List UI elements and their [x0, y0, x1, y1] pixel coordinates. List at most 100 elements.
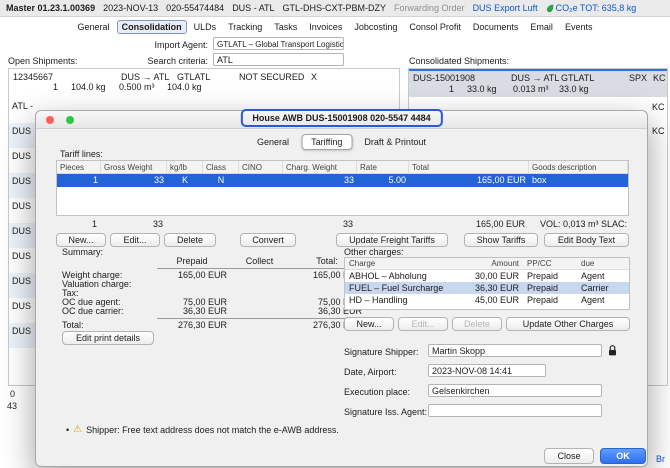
tab-invoices[interactable]: Invoices — [304, 20, 347, 34]
zoom-window-button[interactable] — [66, 116, 74, 124]
consol-route: DUS → ATL — [511, 73, 559, 83]
update-other-charges-button[interactable]: Update Other Charges — [506, 317, 630, 331]
tab-tracking[interactable]: Tracking — [223, 20, 267, 34]
close-window-button[interactable] — [46, 116, 54, 124]
master-route: DUS - ATL — [232, 3, 274, 13]
spacer — [202, 219, 238, 230]
close-button[interactable]: Close — [544, 448, 594, 464]
shipment-agent: GTLATL — [177, 72, 210, 82]
tab-consol-profit[interactable]: Consol Profit — [404, 20, 466, 34]
tariff-chargeable-weight: 33 — [283, 174, 357, 187]
tariff-table-header: Pieces Gross Weight kg/lb Class CINO Cha… — [57, 161, 628, 174]
tab-events[interactable]: Events — [560, 20, 598, 34]
search-criteria-field[interactable]: ATL — [213, 53, 344, 66]
other-charges-new-button[interactable]: New... — [344, 317, 394, 331]
column-header: kg/lb — [167, 161, 203, 173]
tariff-gross-weight: 33 — [101, 174, 167, 187]
totals-pieces: 1 — [56, 219, 100, 230]
other-charge-row[interactable]: ABHOL – Abholung 30,00 EUR Prepaid Agent — [345, 270, 629, 282]
import-agent-field[interactable]: GTLATL – Global Transport Logistic — [213, 37, 344, 50]
consol-weight: 33.0 kg — [467, 84, 497, 94]
list-item-label: DUS — [12, 201, 31, 211]
co2-leaf-icon — [546, 4, 554, 13]
list-item[interactable]: DUS — [9, 273, 35, 298]
list-item[interactable]: KC — [652, 102, 665, 112]
list-item[interactable]: DUS — [9, 198, 35, 223]
ok-button[interactable]: OK — [600, 448, 646, 464]
list-item-label: ATL - — [12, 101, 33, 111]
list-item-label: DUS — [12, 151, 31, 161]
charge-amount: 36,30 EUR — [463, 282, 523, 294]
tariff-edit-button[interactable]: Edit... — [110, 233, 160, 247]
list-item[interactable]: DUS — [9, 173, 35, 198]
list-item-label: DUS — [12, 326, 31, 336]
signature-iss-agent-field[interactable] — [428, 404, 602, 417]
charge-due: Carrier — [577, 282, 629, 294]
signature-shipper-field[interactable]: Martin Skopp — [428, 344, 602, 357]
charge-name: FUEL – Fuel Surcharge — [345, 282, 463, 294]
charge-ppcc: Prepaid — [523, 294, 577, 306]
list-item-label: DUS — [12, 126, 31, 136]
lock-icon[interactable] — [608, 345, 617, 356]
list-item[interactable]: DUS — [9, 323, 35, 348]
master-awb-number: 020-55474484 — [166, 3, 224, 13]
tariff-totals: 1 33 33 165,00 EUR VOL: 0,013 m³ SLAC: 1 — [56, 219, 629, 230]
summary-row-label: OC due carrier: — [62, 307, 154, 316]
tab-consolidation[interactable]: Consolidation — [117, 20, 187, 34]
edit-body-text-button[interactable]: Edit Body Text — [544, 233, 629, 247]
summary-row-label: Total: — [62, 321, 154, 330]
list-item[interactable]: DUS — [9, 148, 35, 173]
tab-general[interactable]: General — [73, 20, 115, 34]
forwarding-order-link[interactable]: DUS Export Luft — [473, 3, 538, 13]
column-header: Total — [409, 161, 529, 173]
list-item[interactable]: DUS — [9, 123, 35, 148]
consolidated-shipment-row[interactable]: DUS-15001908 DUS → ATL GTLATL SPX KC 1 3… — [409, 71, 667, 97]
consol-agent: GTLATL — [561, 73, 594, 83]
other-charge-row[interactable]: HD – Handling 45,00 EUR Prepaid Agent — [345, 294, 629, 306]
other-charges-edit-button[interactable]: Edit... — [398, 317, 448, 331]
date-airport-field[interactable]: 2023-NOV-08 14:41 — [428, 364, 546, 377]
list-item[interactable]: DUS — [9, 248, 35, 273]
update-freight-tariffs-button[interactable]: Update Freight Tariffs — [336, 233, 448, 247]
dialog-tab-tariffing[interactable]: Tariffing — [301, 134, 352, 150]
tab-ulds[interactable]: ULDs — [189, 20, 222, 34]
signature-iss-agent-label: Signature Iss. Agent: — [344, 407, 427, 417]
list-item-label: DUS — [12, 276, 31, 286]
totals-chargeable-weight: 33 — [282, 219, 356, 230]
list-item[interactable]: ATL - — [9, 98, 35, 123]
tariff-delete-button[interactable]: Delete — [164, 233, 216, 247]
consol-security-status: SPX — [629, 73, 647, 83]
column-header: Pieces — [57, 161, 101, 173]
dialog-title: House AWB DUS-15001908 020-5547 4484 — [252, 113, 430, 123]
tab-documents[interactable]: Documents — [468, 20, 524, 34]
bottom-right-link[interactable]: Br — [656, 454, 665, 464]
master-tabbar: General Consolidation ULDs Tracking Task… — [0, 19, 670, 35]
show-tariffs-button[interactable]: Show Tariffs — [464, 233, 538, 247]
consol-carrier: KC — [653, 73, 666, 83]
summary-prepaid: 165,00 EUR — [157, 271, 227, 280]
dialog-tab-draft-printout[interactable]: Draft & Printout — [354, 134, 436, 150]
list-count-bottom: 43 — [7, 401, 17, 411]
title-highlight-annotation: House AWB DUS-15001908 020-5547 4484 — [240, 109, 442, 127]
shipment-flag: X — [311, 72, 317, 82]
search-criteria-label: Search criteria: — [60, 56, 208, 66]
edit-print-details-button[interactable]: Edit print details — [62, 331, 154, 345]
execution-place-field[interactable]: Gelsenkirchen — [428, 384, 602, 397]
divider — [157, 318, 362, 319]
other-charges-delete-button[interactable]: Delete — [452, 317, 502, 331]
list-item[interactable]: KC — [652, 126, 665, 136]
other-charge-row[interactable]: FUEL – Fuel Surcharge 36,30 EUR Prepaid … — [345, 282, 629, 294]
dialog-tab-general[interactable]: General — [247, 134, 299, 150]
tab-tasks[interactable]: Tasks — [269, 20, 302, 34]
list-item[interactable]: DUS — [9, 223, 35, 248]
tariff-new-button[interactable]: New... — [56, 233, 106, 247]
tariff-row[interactable]: 1 33 K N 33 5.00 165,00 EUR box — [57, 174, 628, 187]
charge-amount: 45,00 EUR — [463, 294, 523, 306]
tab-email[interactable]: Email — [525, 20, 558, 34]
list-item[interactable]: DUS — [9, 298, 35, 323]
column-header: Charg. Weight — [283, 161, 357, 173]
tab-jobcosting[interactable]: Jobcosting — [349, 20, 402, 34]
tariff-total: 165,00 EUR — [409, 174, 529, 187]
other-charges-header: Charge Amount PP/CC due — [345, 258, 629, 270]
convert-button[interactable]: Convert — [240, 233, 296, 247]
